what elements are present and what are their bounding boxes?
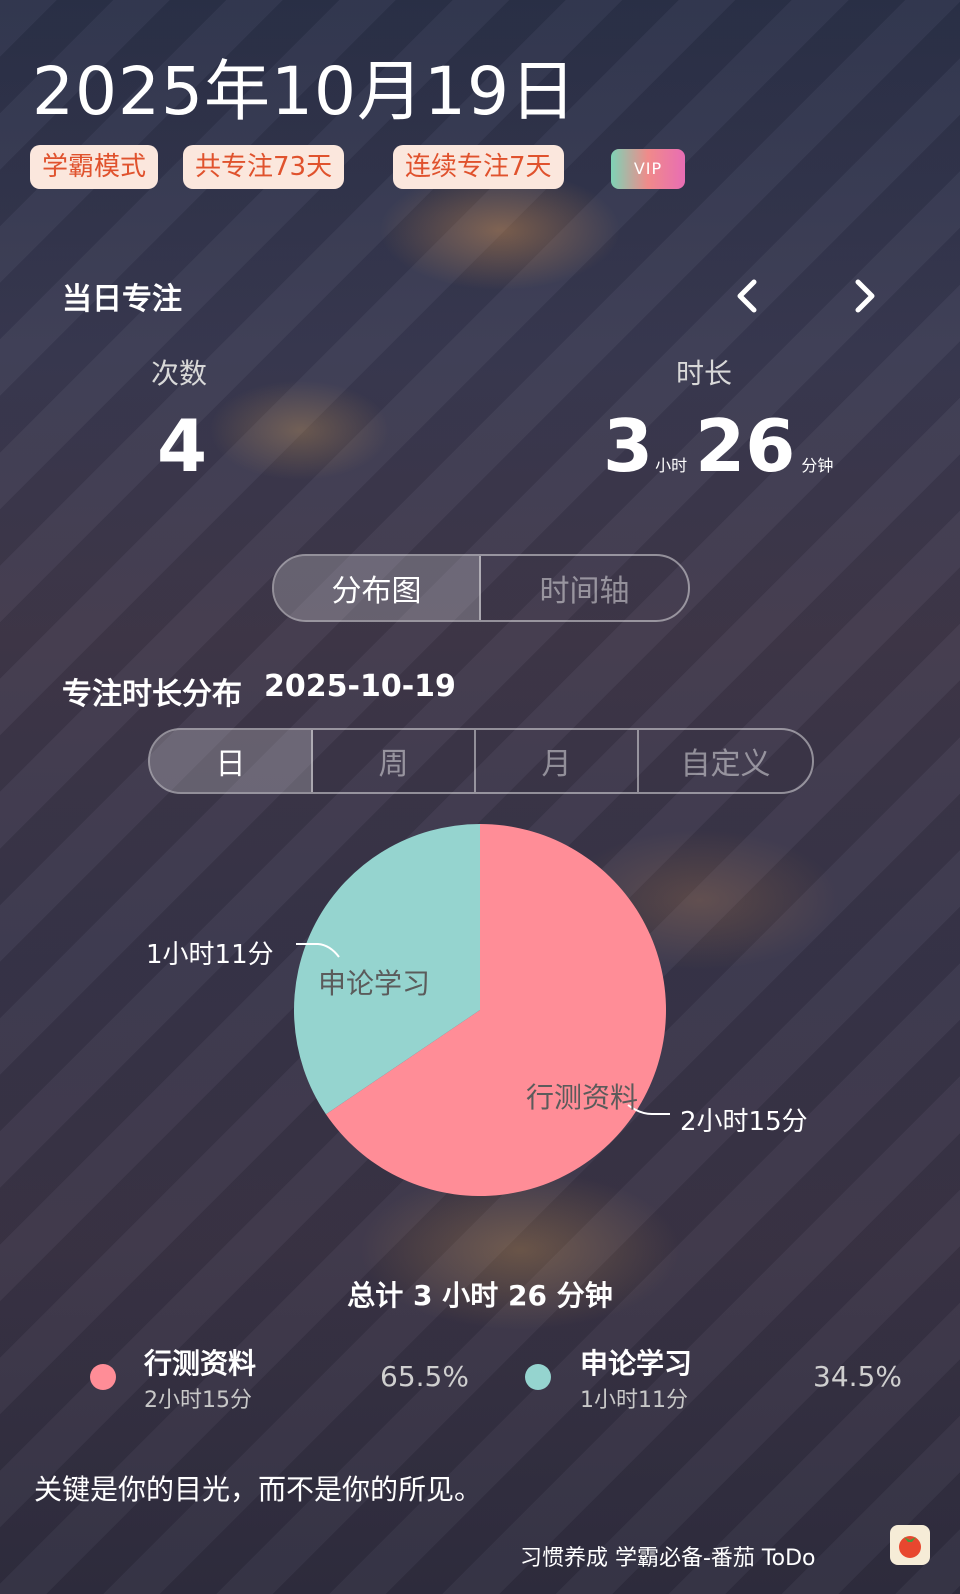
duration-label: 时长 xyxy=(676,357,733,390)
legend-dot-shenlun xyxy=(525,1364,551,1390)
tag-total-days: 共专注73天 xyxy=(183,145,345,189)
range-month[interactable]: 月 xyxy=(476,730,640,792)
count-value: 4 xyxy=(157,404,208,488)
total-duration: 总计 3 小时 26 分钟 xyxy=(347,1279,613,1312)
tomato-app-icon[interactable] xyxy=(890,1525,930,1565)
range-custom[interactable]: 自定义 xyxy=(639,730,812,792)
legend-duration-xingce: 2小时15分 xyxy=(144,1388,252,1413)
distribution-date: 2025-10-19 xyxy=(264,669,456,704)
legend-name-shenlun: 申论学习 xyxy=(580,1347,693,1380)
legend-percent-xingce: 65.5% xyxy=(380,1360,469,1393)
page-date-title: 2025年10月19日 xyxy=(32,53,577,130)
duration-value: 3 小时 26 分钟 xyxy=(603,410,833,482)
duration-hours: 3 xyxy=(603,404,654,488)
day-focus-title: 当日专注 xyxy=(62,282,182,317)
duration-minutes-unit: 分钟 xyxy=(801,456,834,475)
range-selector: 日 周 月 自定义 xyxy=(148,728,814,794)
tab-timeline[interactable]: 时间轴 xyxy=(481,556,688,620)
tag-study-mode: 学霸模式 xyxy=(30,145,159,189)
tab-distribution[interactable]: 分布图 xyxy=(274,556,481,620)
prev-day-button[interactable] xyxy=(728,276,768,320)
range-week[interactable]: 周 xyxy=(313,730,477,792)
vip-badge[interactable]: VIP xyxy=(611,149,685,189)
distribution-title: 专注时长分布 xyxy=(62,677,242,712)
next-day-button[interactable] xyxy=(844,276,884,320)
view-toggle: 分布图 时间轴 xyxy=(272,554,690,622)
app-footer-text: 习惯养成 学霸必备-番茄 ToDo xyxy=(520,1546,816,1571)
pie-slice-label-shenlun: 申论学习 xyxy=(318,967,431,1000)
focus-pie-chart xyxy=(294,824,670,1196)
distribution-header: 专注时长分布 2025-10-19 xyxy=(62,669,456,713)
pie-slice-label-xingce: 行测资料 xyxy=(526,1081,639,1114)
tomato-icon xyxy=(899,1536,921,1558)
duration-hours-unit: 小时 xyxy=(655,456,688,475)
tag-streak-days: 连续专注7天 xyxy=(393,145,564,189)
duration-minutes: 26 xyxy=(695,404,796,488)
pie-value-label-shenlun: 1小时11分 xyxy=(146,940,274,970)
legend-dot-xingce xyxy=(90,1364,116,1390)
motto-quote: 关键是你的目光，而不是你的所见。 xyxy=(34,1473,483,1506)
legend-name-xingce: 行测资料 xyxy=(144,1347,257,1380)
legend-duration-shenlun: 1小时11分 xyxy=(580,1388,688,1413)
chevron-right-icon xyxy=(855,279,875,313)
chevron-left-icon xyxy=(737,279,757,313)
count-label: 次数 xyxy=(151,357,208,390)
range-day[interactable]: 日 xyxy=(150,730,314,792)
pie-value-label-xingce: 2小时15分 xyxy=(680,1107,808,1137)
legend-percent-shenlun: 34.5% xyxy=(813,1360,902,1393)
